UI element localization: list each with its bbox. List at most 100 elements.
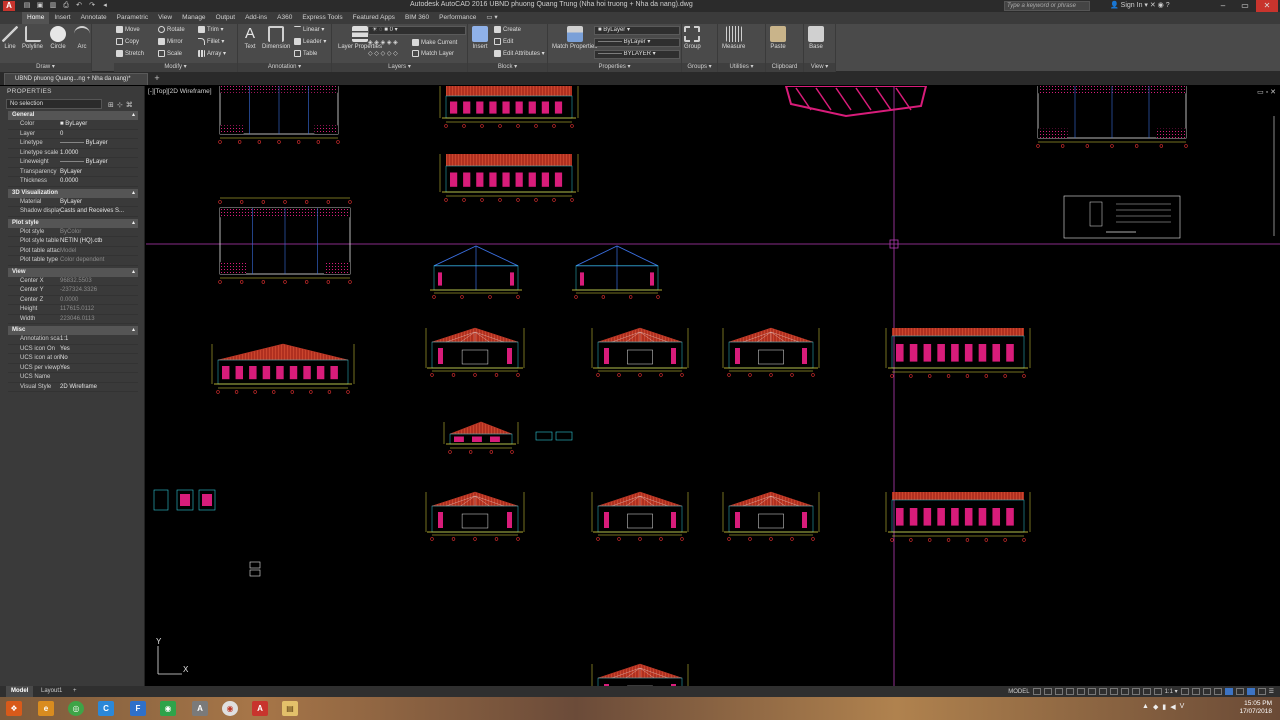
mirror-button[interactable]: Mirror <box>158 37 183 48</box>
property-section-header[interactable]: Plot style ▴ <box>8 218 138 228</box>
property-row[interactable]: Height 117615.0112 <box>8 305 138 315</box>
explorer-taskbar-icon[interactable]: e <box>38 701 54 716</box>
property-row[interactable]: Lineweight ———— ByLayer <box>8 158 138 168</box>
tab-add-ins[interactable]: Add-ins <box>240 12 272 24</box>
isolate-objects-icon[interactable] <box>1235 688 1244 695</box>
quick-access-save-icon[interactable]: ▥ <box>48 1 58 10</box>
collapse-icon[interactable]: ▴ <box>132 189 135 198</box>
toggle-pickadd-icon[interactable]: ⊞ <box>108 101 114 109</box>
linear-dimension-button[interactable]: Linear ▾ <box>294 25 324 36</box>
tab-home[interactable]: Home <box>22 12 50 24</box>
new-tab-button[interactable]: + <box>152 74 162 84</box>
utilities-panel-label[interactable]: Utilities ▾ <box>718 63 765 72</box>
array-button[interactable]: Array ▾ <box>198 49 226 60</box>
tray-app-icon[interactable]: ◆ <box>1153 703 1158 711</box>
collapse-icon[interactable]: ▴ <box>132 111 135 120</box>
groups-panel-label[interactable]: Groups ▾ <box>682 63 717 72</box>
polar-toggle-icon[interactable] <box>1065 688 1074 695</box>
viewport-controls-label[interactable]: [-][Top][2D Wireframe] <box>148 88 212 95</box>
lock-ui-icon[interactable] <box>1224 688 1233 695</box>
clipboard-panel-label[interactable]: Clipboard <box>766 63 803 72</box>
text-button[interactable]: A Text <box>242 26 258 51</box>
layers-panel-label[interactable]: Layers ▾ <box>332 63 467 72</box>
quick-access-plot-icon[interactable]: ⎙ <box>61 1 71 10</box>
property-row[interactable]: UCS icon On Yes <box>8 345 138 354</box>
match-layer-button[interactable]: Match Layer <box>412 49 454 60</box>
tab-output[interactable]: Output <box>211 12 241 24</box>
viewport-window-controls[interactable]: ▭ ▫ ✕ <box>1257 88 1276 96</box>
tab-view[interactable]: View <box>153 12 177 24</box>
model-space-button[interactable]: MODEL <box>1008 689 1029 695</box>
ortho-toggle-icon[interactable] <box>1054 688 1063 695</box>
group-button[interactable]: Group <box>684 26 701 50</box>
tab-layout1[interactable]: Layout1 <box>36 686 67 697</box>
property-row[interactable]: Thickness 0.0000 <box>8 177 138 187</box>
line-button[interactable]: Line <box>2 26 18 50</box>
leader-button[interactable]: Leader ▾ <box>294 37 326 48</box>
circle-button[interactable]: Circle <box>50 26 66 50</box>
layer-combo[interactable]: ☀ ◌ ■ 0 ▾ <box>368 26 466 35</box>
create-block-button[interactable]: Create <box>494 25 521 36</box>
property-row[interactable]: Plot table attach...Model <box>8 247 138 256</box>
arc-button[interactable]: Arc <box>74 26 90 50</box>
units-icon[interactable] <box>1202 688 1211 695</box>
property-row[interactable]: UCS icon at originNo <box>8 354 138 364</box>
quick-access-share-icon[interactable]: ◂ <box>100 1 110 10</box>
workspace-switching-icon[interactable] <box>1180 688 1189 695</box>
property-row[interactable]: Material ByLayer <box>8 198 138 207</box>
measure-button[interactable]: Measure <box>722 26 745 50</box>
hardware-acceleration-icon[interactable] <box>1246 688 1255 695</box>
property-row[interactable]: Plot style table NETIN (HQ).ctb <box>8 237 138 247</box>
draw-panel-label[interactable]: Draw ▾ <box>0 63 91 72</box>
grid-toggle-icon[interactable] <box>1032 688 1041 695</box>
annotation-scale-button[interactable]: 1:1 ▾ <box>1165 688 1178 695</box>
property-row[interactable]: Linetype ———— ByLayer <box>8 139 138 149</box>
tray-network-icon[interactable]: ▮ <box>1162 703 1166 711</box>
close-icon[interactable]: ✕ <box>1256 0 1278 12</box>
rotate-button[interactable]: Rotate <box>158 25 185 36</box>
media-taskbar-icon[interactable]: C <box>98 701 114 716</box>
layer-state-tools[interactable]: ◈ ◈ ◈ ◈ ◈ <box>368 38 398 49</box>
isodraft-toggle-icon[interactable] <box>1076 688 1085 695</box>
select-objects-icon[interactable]: ⊹ <box>117 101 123 109</box>
property-row[interactable]: Visual Style 2D Wireframe <box>8 383 138 392</box>
stretch-button[interactable]: Stretch <box>116 49 144 60</box>
block-panel-label[interactable]: Block ▾ <box>468 63 547 72</box>
property-row[interactable]: Color ■ ByLayer <box>8 120 138 130</box>
trim-button[interactable]: Trim ▾ <box>198 25 223 36</box>
cad-viewer-taskbar-icon[interactable]: ◉ <box>160 701 176 716</box>
browser-taskbar-icon[interactable]: ◎ <box>68 701 84 716</box>
app-taskbar-icon[interactable]: F <box>130 701 146 716</box>
match-properties-button[interactable]: Match Properties <box>552 26 597 50</box>
minimize-icon[interactable]: – <box>1212 0 1234 12</box>
snap-toggle-icon[interactable] <box>1043 688 1052 695</box>
color-combo[interactable]: ■ ByLayer ▾ <box>594 26 680 35</box>
property-row[interactable]: Width 223046.0113 <box>8 315 138 324</box>
property-row[interactable]: Center X 96832.5503 <box>8 277 138 286</box>
tab-a360[interactable]: A360 <box>272 12 297 24</box>
edit-attributes-button[interactable]: Edit Attributes ▾ <box>494 49 545 60</box>
quick-access-undo-icon[interactable]: ↶ <box>74 1 84 10</box>
property-row[interactable]: UCS Name <box>8 373 138 383</box>
insert-block-button[interactable]: Insert <box>472 26 488 50</box>
tab-manage[interactable]: Manage <box>177 12 211 24</box>
tab-annotate[interactable]: Annotate <box>76 12 112 24</box>
tab-featured-apps[interactable]: Featured Apps <box>348 12 400 24</box>
collapse-icon[interactable]: ▴ <box>132 219 135 228</box>
base-view-button[interactable]: Base <box>808 26 824 50</box>
folder-taskbar-icon[interactable]: ▤ <box>282 701 298 716</box>
view-panel-label[interactable]: View ▾ <box>804 63 835 72</box>
polyline-button[interactable]: Polyline <box>22 26 43 50</box>
fillet-button[interactable]: Fillet ▾ <box>198 37 224 48</box>
autocad-taskbar-icon[interactable]: A <box>252 701 268 716</box>
property-row[interactable]: Shadow display Casts and Receives S... <box>8 207 138 217</box>
clean-screen-icon[interactable] <box>1257 688 1266 695</box>
linetype-combo[interactable]: ———— ByLayer ▾ <box>594 38 680 47</box>
file-tab-active[interactable]: UBND phuong Quang...ng + Nha da nang)* <box>4 73 148 85</box>
new-layout-button[interactable]: + <box>68 686 82 697</box>
taskbar-clock[interactable]: 15:05 PM 17/07/2018 <box>1239 700 1272 716</box>
property-section-header[interactable]: Misc ▴ <box>8 326 138 335</box>
modify-panel-label[interactable]: Modify ▾ <box>114 63 237 72</box>
property-row[interactable]: Annotation scale 1:1 <box>8 335 138 345</box>
tray-language-icon[interactable]: V <box>1180 703 1185 711</box>
